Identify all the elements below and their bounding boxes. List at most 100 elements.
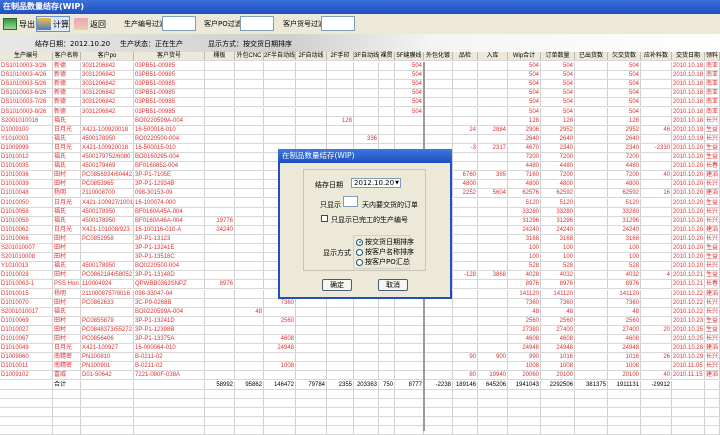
table-cell: 3031206842 [81,80,134,89]
date-picker[interactable]: 2012.10.20 ▼ [351,178,401,188]
table-cell: D1010059 [0,216,53,225]
table-cell [575,216,608,225]
table-cell [575,116,608,125]
table-cell [134,389,205,398]
column-header[interactable]: 桶板 [205,52,235,61]
column-header[interactable]: 客户名称 [53,52,81,61]
table-cell [379,71,395,80]
column-header[interactable]: 已出货数 [575,52,608,61]
table-cell [235,62,264,71]
table-cell: 504 [608,80,641,89]
column-header[interactable]: 品检 [453,52,478,61]
table-cell: 田村 [53,234,81,243]
column-header[interactable]: 应补料数 [641,52,672,61]
completed-only-checkbox[interactable] [321,215,328,222]
table-cell [81,380,134,389]
table-cell [575,244,608,253]
column-header[interactable]: 外包CNC [235,52,264,61]
table-cell [296,389,327,398]
table-cell [453,216,478,225]
item-no-filter-input[interactable] [321,16,355,31]
table-cell: 田村 [53,325,81,334]
table-cell [641,89,672,98]
table-cell: 2010.10.20 [673,171,705,180]
table-cell: 长春 [706,162,720,171]
table-cell: 福氏 [53,153,81,162]
table-cell: 20 [641,325,672,334]
table-cell [575,253,608,262]
table-cell: 生益 [706,125,720,134]
column-header[interactable]: 2F自动线 [296,52,327,61]
column-header[interactable]: 订单数量 [541,52,575,61]
table-cell [379,134,395,143]
back-button[interactable]: 返回 [74,16,106,32]
table-cell [134,416,205,425]
table-cell: 2952 [541,125,575,134]
column-header[interactable]: 2F手印 [327,52,354,61]
table-cell [235,89,264,98]
table-cell: D01-50642 [81,371,134,380]
table-cell [354,362,379,371]
column-header[interactable]: 3F自动线 [354,52,379,61]
table-cell [205,71,235,80]
table-cell: 504 [541,89,575,98]
table-cell [296,80,327,89]
table-cell [395,398,424,407]
column-header[interactable]: 生产编号 [0,52,53,61]
table-cell: S201010007 [0,244,53,253]
po-filter-input[interactable] [240,16,274,31]
table-cell [379,62,395,71]
table-cell [575,153,608,162]
table-cell: 田村 [53,335,81,344]
table-cell [641,216,672,225]
table-cell: 南亚 [706,89,720,98]
table-cell: 1008 [264,362,296,371]
table-cell: 2292506 [541,380,575,389]
table-cell [0,407,53,416]
table-cell [453,325,478,334]
column-header[interactable]: 客户po [81,52,134,61]
table-cell: 2906 [508,125,541,134]
table-cell: 南亚 [706,80,720,89]
table-cell: 24240 [205,225,235,234]
column-header[interactable]: 交货日期 [672,52,705,61]
days-input[interactable] [343,196,358,207]
table-cell: 福氏 [53,207,81,216]
table-cell [395,307,424,316]
table-cell [453,280,478,289]
table-cell [395,134,424,143]
prod-no-filter-input[interactable] [162,16,196,31]
table-cell [453,207,478,216]
table-cell: 长兴 [706,307,720,316]
table-cell [205,362,235,371]
ok-button[interactable]: 确定 [322,279,352,291]
table-cell: 2952 [608,125,641,134]
table-cell: 南亚 [706,62,720,71]
column-header[interactable]: 5F缝膜线 [395,52,424,61]
table-cell: 098-30153-09 [134,189,205,198]
calc-button[interactable]: 计算 [36,16,70,32]
table-cell: 31296 [608,216,641,225]
table-cell [264,107,296,116]
table-cell [575,316,608,325]
radio-group-po[interactable]: 按客户PO汇总 [356,257,410,267]
export-button[interactable]: 导出 [3,16,35,32]
table-cell [296,335,327,344]
column-header[interactable]: 外包化镀 [424,52,453,61]
column-header[interactable]: 领料 [705,52,720,61]
table-cell [478,416,508,425]
column-header[interactable]: 入库 [478,52,508,61]
column-header[interactable]: 客户货号 [134,52,205,61]
radio-sort-customer[interactable]: 按客户名称排序 [356,247,414,257]
column-header[interactable]: 裸贯 [379,52,395,61]
cancel-button[interactable]: 取消 [378,279,408,291]
column-header[interactable]: 2F半自动线 [264,52,296,61]
column-header[interactable]: 欠交货数 [608,52,641,61]
table-cell [575,225,608,234]
radio-sort-date[interactable]: 按交货日期排序 [356,237,414,247]
table-cell [478,153,508,162]
column-header[interactable]: Wip合计 [508,52,541,61]
table-cell: PC0853965 [81,180,134,189]
table-cell [453,344,478,353]
table-cell: 504 [395,62,424,71]
